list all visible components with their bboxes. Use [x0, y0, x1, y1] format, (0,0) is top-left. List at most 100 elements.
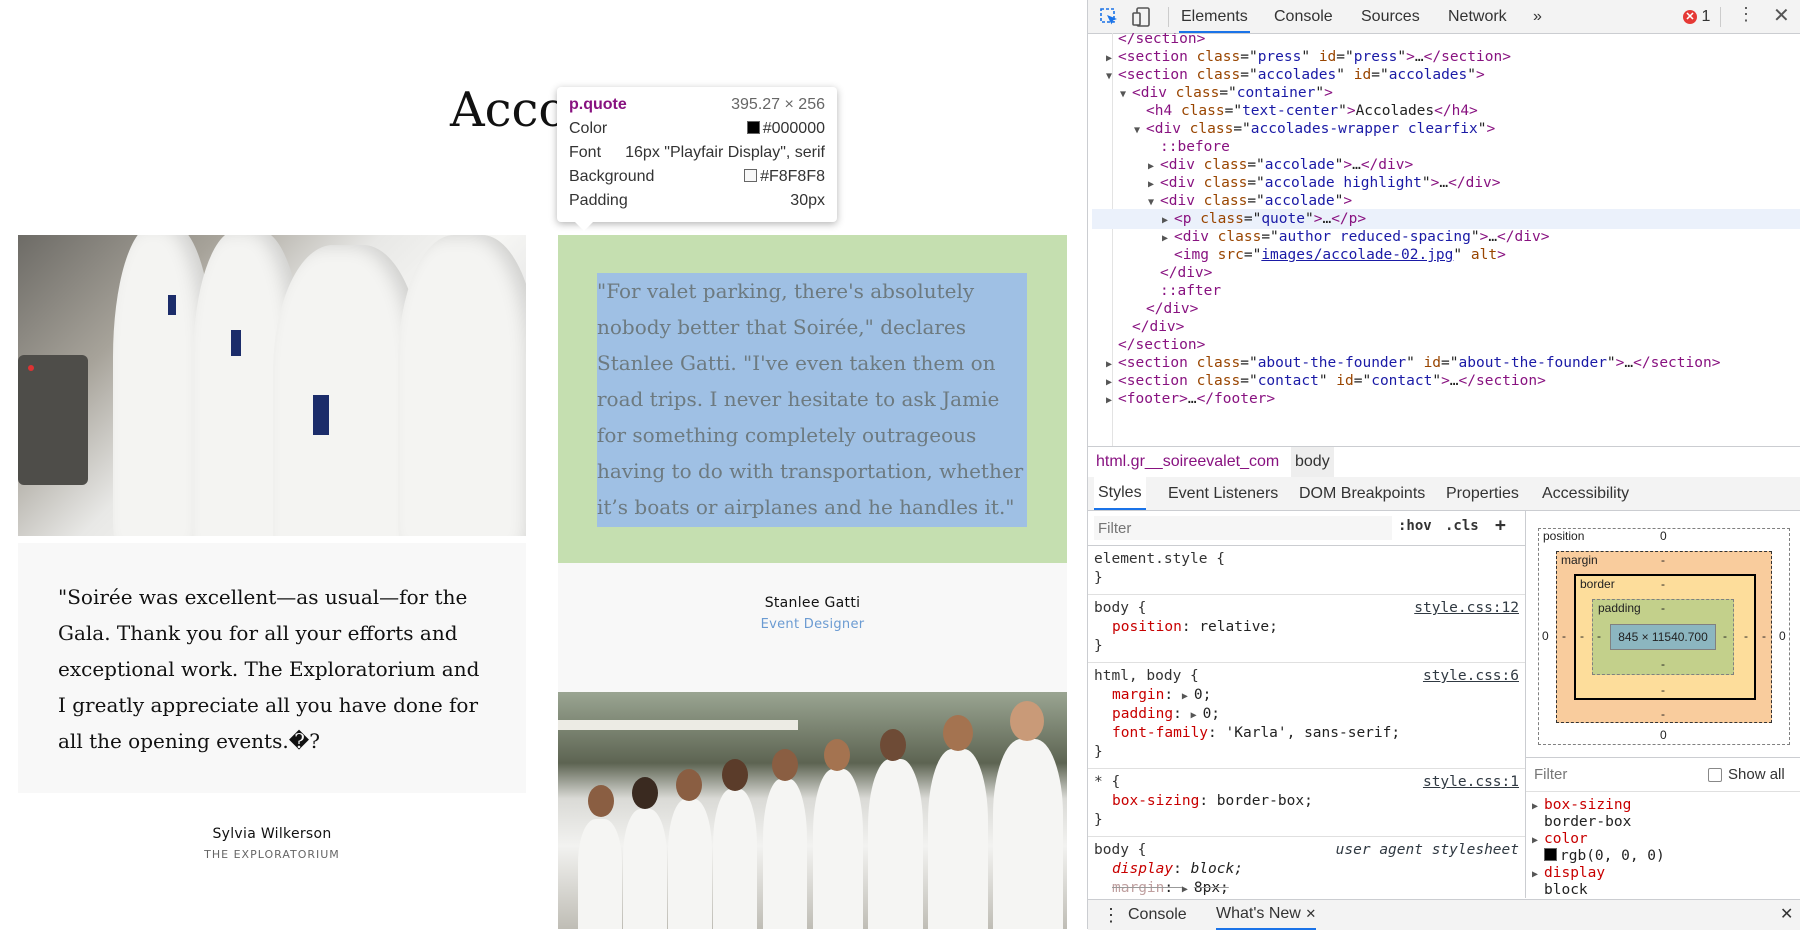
css-rule: * {style.css:1 box-sizing: border-box;} — [1088, 769, 1525, 837]
css-selector[interactable]: element.style { — [1094, 550, 1225, 569]
css-selector[interactable]: body { — [1094, 599, 1146, 618]
tab-properties[interactable]: Properties — [1446, 477, 1519, 510]
expand-right-icon[interactable]: ▶ — [1106, 391, 1118, 411]
dom-close-tag: </div> — [1132, 319, 1185, 335]
drawer-tab-console[interactable]: Console — [1128, 900, 1187, 930]
dom-node[interactable]: ▶ <section class="about-the-founder" id="… — [1106, 353, 1720, 373]
css-source-link[interactable]: style.css:1 — [1423, 773, 1519, 792]
kebab-menu-icon[interactable]: ⋮ — [1737, 4, 1755, 25]
tab-elements[interactable]: Elements — [1179, 0, 1250, 33]
breadcrumb-body[interactable]: body — [1291, 447, 1334, 477]
dom-attr-link[interactable]: images/accolade-02.jpg — [1261, 247, 1453, 263]
margin-label: margin — [1561, 553, 1598, 567]
dom-node[interactable]: ▼ <section class="accolades" id="accolade… — [1106, 65, 1485, 85]
expand-right-icon[interactable]: ▶ — [1532, 865, 1544, 884]
expand-right-icon[interactable]: ▶ — [1532, 831, 1544, 850]
close-drawer-icon[interactable]: ✕ — [1780, 900, 1793, 930]
close-icon[interactable]: ✕ — [1773, 3, 1790, 28]
tab-sources[interactable]: Sources — [1359, 0, 1422, 33]
styles-pane: :hov .cls + element.style {} body { style.… — [1088, 511, 1526, 898]
dom-node[interactable]: ▶ <section class="contact" id="contact">…… — [1106, 371, 1546, 391]
dom-node[interactable]: </div> — [1134, 299, 1198, 319]
css-property-value: 0; — [1202, 706, 1221, 722]
dom-node[interactable]: ▶ <section class="press" id="press">…</se… — [1106, 47, 1511, 67]
dom-attr-name: id — [1423, 355, 1442, 371]
dom-node[interactable]: </div> — [1120, 317, 1184, 337]
css-property[interactable]: margin: ▶ 8px; — [1112, 879, 1229, 898]
accolade-photo-valet-coats — [18, 235, 526, 536]
tab-dom-breakpoints[interactable]: DOM Breakpoints — [1299, 477, 1425, 510]
expand-down-icon[interactable]: ▼ — [1106, 67, 1118, 87]
tooltip-size: 395.27 × 256 — [731, 96, 825, 113]
close-tab-icon[interactable]: ✕ — [1305, 906, 1316, 921]
styles-subtabs: Styles Event Listeners DOM Breakpoints P… — [1088, 477, 1800, 511]
css-property-value: relative; — [1199, 619, 1278, 635]
dom-tag-open: <section — [1118, 355, 1188, 371]
dom-node[interactable]: ▶ <div class="author reduced-spacing">…</… — [1162, 227, 1549, 247]
dom-node[interactable]: ::after — [1148, 281, 1221, 301]
device-toolbar-icon[interactable] — [1131, 6, 1153, 28]
dom-node[interactable]: ▼ <div class="container"> — [1120, 83, 1333, 103]
styles-filter-input[interactable] — [1094, 516, 1392, 540]
dom-node[interactable]: ▼ <div class="accolade"> — [1148, 191, 1352, 211]
dom-node[interactable]: <img src="images/accolade-02.jpg" alt> — [1162, 245, 1506, 265]
hover-state-toggle[interactable]: :hov — [1398, 518, 1432, 534]
dom-node[interactable]: ▶ <footer>…</footer> — [1106, 389, 1275, 409]
css-selector[interactable]: html, body { — [1094, 667, 1199, 686]
breadcrumb-html[interactable]: html.gr__soireevalet_com — [1096, 447, 1279, 477]
expand-down-icon[interactable]: ▼ — [1134, 121, 1146, 141]
css-source-link[interactable]: style.css:6 — [1423, 667, 1519, 686]
border-right: - — [1744, 629, 1748, 643]
dom-inner-text: … — [1187, 391, 1197, 407]
dom-node[interactable]: ▶ <div class="accolade highlight">…</div> — [1148, 173, 1501, 193]
css-property[interactable]: font-family: 'Karla', sans-serif; — [1112, 724, 1400, 743]
new-rule-plus-icon[interactable]: + — [1495, 515, 1506, 536]
tab-console[interactable]: Console — [1272, 0, 1335, 33]
tab-network[interactable]: Network — [1446, 0, 1509, 33]
show-all-checkbox[interactable] — [1708, 768, 1722, 782]
css-property[interactable]: position: relative; — [1112, 618, 1278, 637]
expand-right-icon[interactable]: ▶ — [1191, 706, 1203, 725]
dom-node[interactable]: ▶ <div class="accolade">…</div> — [1148, 155, 1413, 175]
box-model-content[interactable]: 845 × 11540.700 — [1610, 624, 1716, 650]
accolade-card-2-highlighted: "For valet parking, there's absolutely n… — [558, 235, 1067, 563]
css-property[interactable]: padding: ▶ 0; — [1112, 705, 1220, 724]
class-toggle[interactable]: .cls — [1445, 518, 1479, 534]
dom-node[interactable]: </section> — [1106, 335, 1205, 355]
dom-node-selected[interactable]: ▶ <p class="quote">…</p> — [1092, 209, 1800, 229]
computed-filter-input[interactable]: Filter — [1534, 766, 1567, 783]
dom-node[interactable]: </div> — [1148, 263, 1212, 283]
css-rule: element.style {} — [1088, 546, 1525, 595]
dom-tag-close: </div> — [1497, 229, 1550, 245]
expand-right-icon[interactable]: ▶ — [1182, 687, 1194, 706]
expand-right-icon[interactable]: ▶ — [1532, 797, 1544, 816]
drawer-tab-whats-new[interactable]: What's New ✕ — [1216, 900, 1317, 930]
dom-node[interactable]: ▼ <div class="accolades-wrapper clearfix"… — [1134, 119, 1495, 139]
expand-down-icon[interactable]: ▼ — [1120, 85, 1132, 105]
dom-node[interactable]: <h4 class="text-center">Accolades</h4> — [1134, 101, 1478, 121]
drawer-menu-icon[interactable]: ⋮ — [1102, 900, 1120, 930]
more-tabs-chevron-icon[interactable]: » — [1531, 0, 1544, 33]
computed-property-name: display — [1544, 865, 1606, 881]
css-selector[interactable]: * { — [1094, 773, 1120, 792]
tab-event-listeners[interactable]: Event Listeners — [1168, 477, 1278, 510]
accolade-quote-1: "Soirée was excellent—as usual—for the G… — [58, 585, 480, 753]
css-source-link[interactable]: style.css:12 — [1414, 599, 1519, 618]
css-property[interactable]: display: block; — [1112, 860, 1243, 879]
dom-attr-name: id — [1353, 67, 1372, 83]
css-property[interactable]: box-sizing: border-box; — [1112, 792, 1313, 811]
padding-right: - — [1723, 629, 1727, 643]
css-selector[interactable]: body { — [1094, 841, 1146, 860]
expand-right-icon[interactable]: ▶ — [1182, 880, 1194, 898]
computed-property-value: rgb(0, 0, 0) — [1560, 848, 1665, 864]
web-page: Accola "Soirée was excellent—as usual—fo… — [0, 0, 1087, 929]
dom-attr-value: container — [1236, 85, 1316, 101]
error-counter[interactable]: ✕ 1 — [1683, 8, 1710, 26]
color-swatch-icon — [746, 121, 760, 134]
inspect-element-icon[interactable] — [1098, 6, 1120, 28]
css-property[interactable]: margin: ▶ 0; — [1112, 686, 1211, 705]
tab-styles[interactable]: Styles — [1094, 477, 1146, 510]
dom-node[interactable]: ::before — [1148, 137, 1230, 157]
dom-attr-value: about-the-founder — [1257, 355, 1407, 371]
tab-accessibility[interactable]: Accessibility — [1542, 477, 1629, 510]
